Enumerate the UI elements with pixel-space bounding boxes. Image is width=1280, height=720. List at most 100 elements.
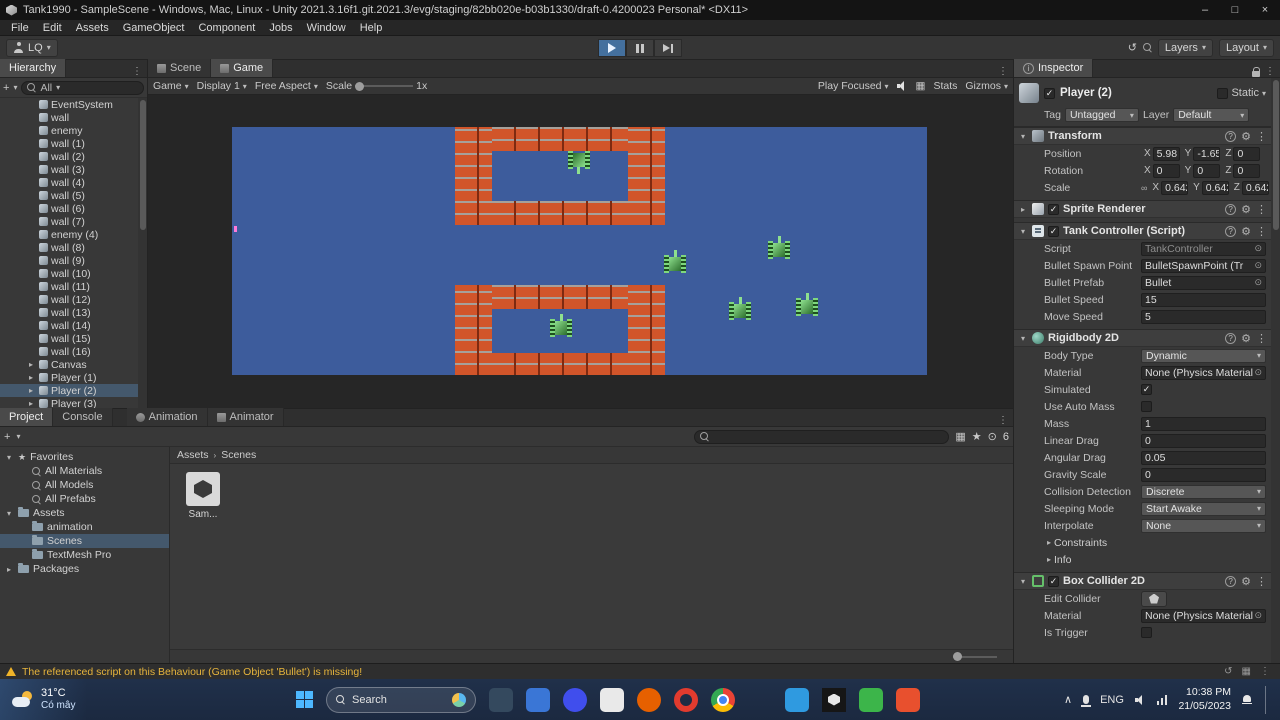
menu-jobs[interactable]: Jobs: [262, 22, 299, 34]
maximize-button[interactable]: □: [1220, 0, 1250, 20]
object-picker-icon[interactable]: ⊙: [1254, 243, 1262, 254]
hierarchy-item[interactable]: wall (12): [0, 293, 147, 306]
component-header-box-collider-2d[interactable]: ▾ Box Collider 2D? ⚙ ⋮: [1014, 572, 1271, 590]
photos-app-icon[interactable]: [489, 687, 513, 712]
component-enabled-checkbox[interactable]: [1048, 225, 1059, 237]
hierarchy-item[interactable]: wall (9): [0, 254, 147, 267]
hierarchy-item[interactable]: wall (3): [0, 163, 147, 176]
vector-field[interactable]: 0.642: [1241, 180, 1269, 195]
breadcrumb-segment[interactable]: Assets: [177, 449, 209, 461]
network-icon[interactable]: [1156, 694, 1168, 705]
dropdown-field[interactable]: Dynamic ▾: [1141, 348, 1266, 363]
hierarchy-item[interactable]: wall (7): [0, 215, 147, 228]
project-tree-item[interactable]: animation: [0, 520, 169, 534]
help-icon[interactable]: ?: [1225, 332, 1237, 344]
opera-app-icon[interactable]: [674, 687, 698, 712]
project-tree-item[interactable]: All Models: [0, 478, 169, 492]
hierarchy-item[interactable]: wall (13): [0, 306, 147, 319]
hierarchy-item[interactable]: wall (1): [0, 137, 147, 150]
checkbox[interactable]: [1141, 627, 1152, 638]
step-button[interactable]: [654, 39, 682, 57]
tab-scene[interactable]: Scene: [148, 59, 212, 77]
unity-hub-app-icon[interactable]: [822, 687, 846, 712]
foldout-icon[interactable]: ▾: [1018, 334, 1028, 343]
microphone-icon[interactable]: [1081, 695, 1092, 707]
discord-app-icon[interactable]: [563, 687, 587, 712]
vector-field[interactable]: -1.65: [1193, 146, 1221, 161]
account-button[interactable]: LQ ▾: [6, 38, 58, 57]
start-button[interactable]: [296, 691, 313, 708]
icon-size-slider[interactable]: [953, 652, 997, 661]
vector-field[interactable]: 5.98: [1152, 146, 1180, 161]
scale-slider[interactable]: [355, 81, 414, 91]
tab-inspector[interactable]: i Inspector: [1014, 59, 1094, 77]
tab-hierarchy[interactable]: Hierarchy: [0, 59, 67, 77]
dropdown-field[interactable]: Start Awake ▾: [1141, 501, 1266, 516]
hierarchy-item[interactable]: ▸ Player (3): [0, 397, 147, 408]
preset-icon[interactable]: ⚙: [1241, 130, 1251, 143]
text-field[interactable]: 0.05: [1141, 450, 1266, 465]
foldout-icon[interactable]: ▸: [26, 373, 36, 382]
menu-gameobject[interactable]: GameObject: [116, 22, 192, 34]
lock-icon[interactable]: [1252, 67, 1260, 77]
preset-icon[interactable]: ⚙: [1241, 575, 1251, 588]
object-field[interactable]: TankController ⊙: [1141, 241, 1266, 256]
foldout-icon[interactable]: ▾: [4, 509, 14, 518]
red-app-icon[interactable]: [896, 687, 920, 712]
gameobject-name[interactable]: Player (2): [1060, 87, 1212, 99]
settings-app-icon[interactable]: [748, 688, 772, 712]
foldout-icon[interactable]: ▸: [26, 399, 36, 408]
firefox-app-icon[interactable]: [637, 687, 661, 712]
breadcrumb-segment[interactable]: Scenes: [221, 449, 256, 461]
layers-dropdown[interactable]: Layers ▾: [1157, 38, 1213, 57]
hierarchy-scrollbar[interactable]: [138, 98, 147, 408]
menu-assets[interactable]: Assets: [69, 22, 116, 34]
tab-animator[interactable]: Animator: [207, 408, 284, 426]
preset-icon[interactable]: ⚙: [1241, 332, 1251, 345]
text-field[interactable]: 15: [1141, 292, 1266, 307]
kebab-menu-icon[interactable]: ⋮: [1260, 66, 1280, 77]
language-indicator[interactable]: ENG: [1100, 694, 1124, 706]
foldout-icon[interactable]: ▾: [1018, 132, 1028, 141]
help-icon[interactable]: ?: [1225, 225, 1237, 237]
object-picker-icon[interactable]: ⊙: [1254, 260, 1262, 271]
grid-icon[interactable]: ▦: [1242, 666, 1251, 677]
kebab-menu-icon[interactable]: ⋮: [1256, 225, 1267, 238]
foldout-icon[interactable]: ▸: [26, 360, 36, 369]
vector-field[interactable]: 0: [1193, 163, 1221, 178]
play-button[interactable]: [598, 39, 626, 57]
menu-window[interactable]: Window: [300, 22, 353, 34]
clock[interactable]: 10:38 PM 21/05/2023: [1178, 686, 1231, 712]
dropdown-field[interactable]: Discrete ▾: [1141, 484, 1266, 499]
kebab-menu-icon[interactable]: ⋮: [993, 66, 1013, 77]
hierarchy-item[interactable]: wall (15): [0, 332, 147, 345]
foldout-icon[interactable]: ▸: [1044, 538, 1054, 547]
kebab-menu-icon[interactable]: ⋮: [1256, 332, 1267, 345]
tab-console[interactable]: Console: [53, 408, 113, 426]
play-focused-dropdown[interactable]: Play Focused ▾: [818, 80, 889, 92]
vector-field[interactable]: 0: [1152, 163, 1180, 178]
pause-button[interactable]: [626, 39, 654, 57]
kebab-menu-icon[interactable]: ⋮: [127, 66, 147, 77]
hierarchy-item[interactable]: wall (8): [0, 241, 147, 254]
static-toggle[interactable]: Static ▾: [1217, 87, 1266, 99]
kebab-menu-icon[interactable]: ⋮: [993, 415, 1013, 426]
chrome-app-icon[interactable]: [711, 687, 735, 712]
stats-button[interactable]: Stats: [933, 80, 957, 92]
object-picker-icon[interactable]: ⊙: [1254, 277, 1262, 288]
object-field[interactable]: None (Physics Material ⊙: [1141, 365, 1266, 380]
search-icon[interactable]: [1142, 43, 1152, 52]
minimize-button[interactable]: –: [1190, 0, 1220, 20]
menu-edit[interactable]: Edit: [36, 22, 69, 34]
link-icon[interactable]: ∞: [1141, 183, 1147, 193]
hierarchy-item[interactable]: ▸ Player (1): [0, 371, 147, 384]
inspector-scrollbar[interactable]: [1271, 78, 1280, 663]
history-icon[interactable]: ↺: [1128, 41, 1137, 54]
project-tree-item[interactable]: All Materials: [0, 464, 169, 478]
search-by-type-icon[interactable]: ▦: [955, 430, 965, 443]
object-picker-icon[interactable]: ⊙: [1254, 610, 1262, 621]
vscode-app-icon[interactable]: [785, 687, 809, 712]
text-field[interactable]: 0: [1141, 433, 1266, 448]
object-field[interactable]: None (Physics Material ⊙: [1141, 608, 1266, 623]
help-icon[interactable]: ?: [1225, 130, 1237, 142]
